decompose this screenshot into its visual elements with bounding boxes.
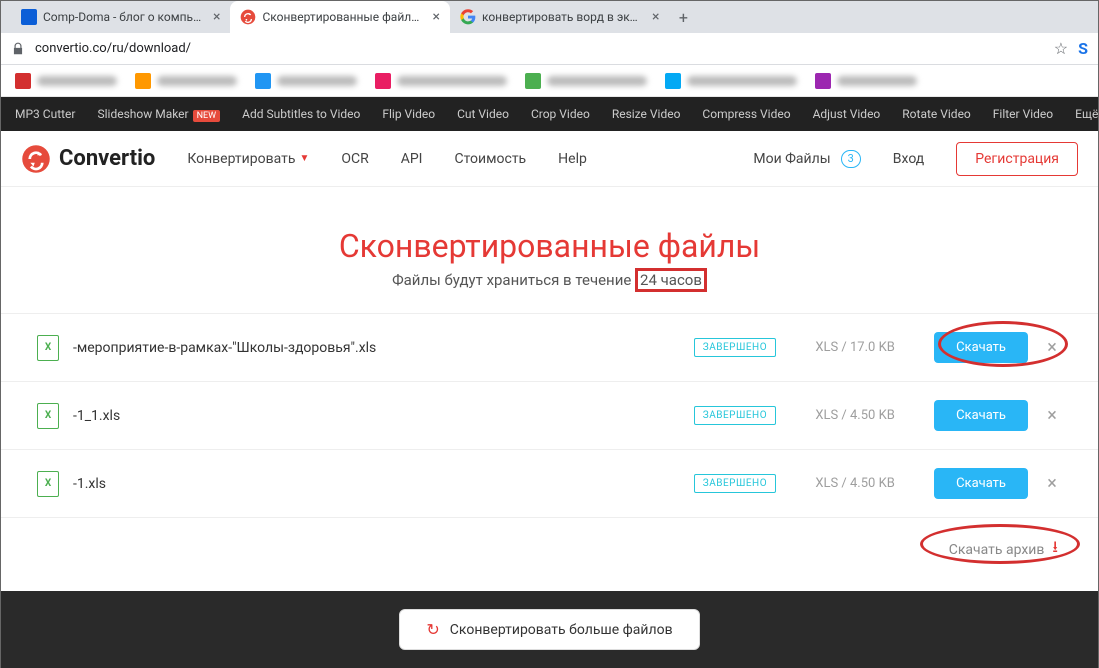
status-badge: ЗАВЕРШЕНО: [694, 406, 776, 425]
browser-tab-active[interactable]: Сконвертированные файлы — ×: [230, 1, 449, 33]
tab-title: конвертировать ворд в эксель: [482, 10, 642, 24]
file-meta: XLS / 4.50 KB: [790, 408, 920, 423]
logo[interactable]: Convertio: [21, 144, 155, 174]
chevron-down-icon: ▼: [299, 153, 309, 164]
xls-file-icon: [37, 471, 59, 497]
bookmark-star-icon[interactable]: ☆: [1054, 39, 1068, 58]
nav-slideshowmaker[interactable]: Slideshow MakerNEW: [97, 107, 220, 121]
nav-cutvideo[interactable]: Cut Video: [457, 107, 509, 121]
nav-help[interactable]: Help: [558, 151, 587, 167]
nav-filtervideo[interactable]: Filter Video: [993, 107, 1053, 121]
page-title: Сконвертированные файлы: [1, 227, 1098, 265]
close-tab-icon[interactable]: ×: [432, 9, 439, 25]
files-count-badge: 3: [841, 150, 861, 168]
status-badge: ЗАВЕРШЕНО: [694, 474, 776, 493]
top-dark-nav: MP3 Cutter Slideshow MakerNEW Add Subtit…: [1, 97, 1098, 131]
file-meta: XLS / 17.0 KB: [790, 340, 920, 355]
close-tab-icon[interactable]: ×: [652, 9, 659, 25]
bookmark-item[interactable]: [135, 73, 237, 89]
download-button[interactable]: Скачать: [934, 400, 1028, 431]
download-icon: ⭳: [1052, 536, 1058, 563]
lock-icon: [11, 42, 25, 56]
file-meta: XLS / 4.50 KB: [790, 476, 920, 491]
tab-title: Comp-Doma - блог о компьюте: [43, 10, 203, 24]
nav-compressvideo[interactable]: Compress Video: [702, 107, 790, 121]
page-subtitle: Файлы будут храниться в течение 24 часов: [1, 271, 1098, 289]
nav-more[interactable]: Ещё ▾: [1075, 107, 1099, 121]
browser-tabs: Comp-Doma - блог о компьюте × Сконвертир…: [1, 1, 1098, 33]
xls-file-icon: [37, 335, 59, 361]
nav-cropvideo[interactable]: Crop Video: [531, 107, 590, 121]
nav-addsubtitles[interactable]: Add Subtitles to Video: [242, 107, 360, 121]
highlight-box: 24 часов: [635, 268, 707, 292]
remove-file-icon[interactable]: ×: [1042, 405, 1062, 426]
bookmarks-bar: [1, 65, 1098, 97]
remove-file-icon[interactable]: ×: [1042, 337, 1062, 358]
favicon-convertio: [240, 9, 256, 25]
extension-icon[interactable]: S: [1078, 39, 1088, 58]
nav-ocr[interactable]: OCR: [341, 151, 368, 167]
url-text[interactable]: convertio.co/ru/download/: [35, 41, 1054, 56]
browser-tab[interactable]: Comp-Doma - блог о компьюте ×: [11, 1, 230, 33]
file-name: -1_1.xls: [73, 408, 680, 424]
bookmark-item[interactable]: [525, 73, 647, 89]
download-button[interactable]: Скачать: [934, 468, 1028, 499]
nav-resizevideo[interactable]: Resize Video: [612, 107, 681, 121]
nav-pricing[interactable]: Стоимость: [455, 151, 527, 167]
nav-login[interactable]: Вход: [893, 151, 924, 167]
close-tab-icon[interactable]: ×: [213, 9, 220, 25]
page-title-section: Сконвертированные файлы Файлы будут хран…: [1, 187, 1098, 313]
file-name: -1.xls: [73, 476, 680, 492]
convert-more-button[interactable]: ↻ Сконвертировать больше файлов: [399, 609, 699, 650]
remove-file-icon[interactable]: ×: [1042, 473, 1062, 494]
address-bar: convertio.co/ru/download/ ☆ S: [1, 33, 1098, 65]
logo-icon: [21, 144, 51, 174]
download-archive-link[interactable]: Скачать архив ⭳: [949, 536, 1058, 563]
refresh-icon: ↻: [426, 620, 439, 639]
new-badge: NEW: [193, 110, 221, 122]
xls-file-icon: [37, 403, 59, 429]
file-name: -мероприятие-в-рамках-"Школы-здоровья".x…: [73, 340, 680, 356]
file-row: -мероприятие-в-рамках-"Школы-здоровья".x…: [1, 313, 1098, 381]
nav-api[interactable]: API: [401, 151, 423, 167]
nav-myfiles[interactable]: Мои Файлы3: [753, 150, 860, 168]
nav-convert[interactable]: Конвертировать ▼: [187, 151, 309, 167]
nav-mp3cutter[interactable]: MP3 Cutter: [15, 107, 75, 121]
bookmark-item[interactable]: [255, 73, 357, 89]
file-row: -1_1.xls ЗАВЕРШЕНО XLS / 4.50 KB Скачать…: [1, 381, 1098, 449]
bookmark-item[interactable]: [375, 73, 507, 89]
bookmark-item[interactable]: [15, 73, 117, 89]
site-header: Convertio Конвертировать ▼ OCR API Стоим…: [1, 131, 1098, 187]
status-badge: ЗАВЕРШЕНО: [694, 338, 776, 357]
tab-title: Сконвертированные файлы —: [262, 10, 422, 24]
bookmark-item[interactable]: [815, 73, 917, 89]
nav-flipvideo[interactable]: Flip Video: [382, 107, 435, 121]
register-button[interactable]: Регистрация: [956, 142, 1078, 176]
favicon-compdoma: [21, 9, 37, 25]
nav-rotatevideo[interactable]: Rotate Video: [902, 107, 971, 121]
new-tab-button[interactable]: +: [669, 3, 697, 31]
favicon-google: [460, 9, 476, 25]
files-list: -мероприятие-в-рамках-"Школы-здоровья".x…: [1, 313, 1098, 517]
download-button[interactable]: Скачать: [934, 332, 1028, 363]
nav-adjustvideo[interactable]: Adjust Video: [813, 107, 881, 121]
footer-bar: ↻ Сконвертировать больше файлов: [1, 591, 1098, 668]
archive-row: Скачать архив ⭳: [1, 517, 1098, 591]
logo-text: Convertio: [59, 146, 155, 171]
browser-tab[interactable]: конвертировать ворд в эксель ×: [450, 1, 669, 33]
bookmark-item[interactable]: [665, 73, 797, 89]
file-row: -1.xls ЗАВЕРШЕНО XLS / 4.50 KB Скачать ×: [1, 449, 1098, 517]
